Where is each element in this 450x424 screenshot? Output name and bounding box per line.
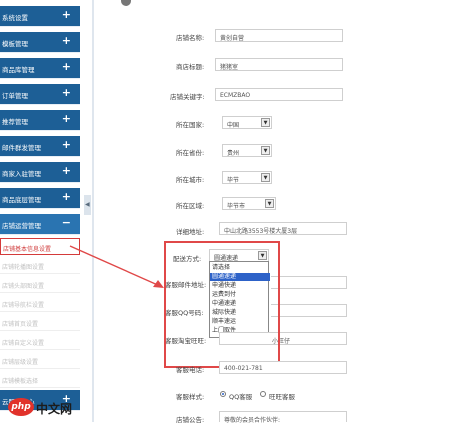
annotation-arrow: [69, 245, 164, 288]
watermark-text: 中文网: [36, 402, 73, 416]
php-logo-icon: php: [8, 398, 34, 416]
